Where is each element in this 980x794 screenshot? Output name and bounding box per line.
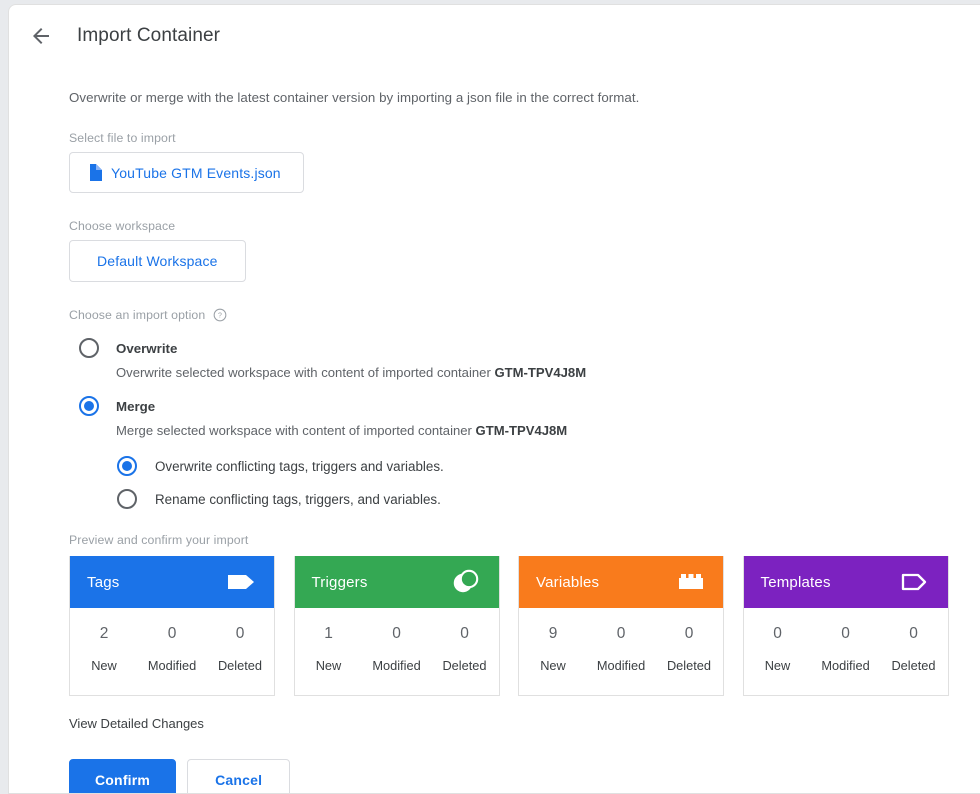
preview-label: Preview and confirm your import [69, 533, 249, 547]
preview-card-templates: Templates 0 New 0 Modified 0 Deleted [742, 556, 949, 696]
merge-sub-options: Overwrite conflicting tags, triggers and… [117, 456, 980, 509]
preview-cards: Tags 2 New 0 Modified 0 Deleted Triggers… [69, 556, 980, 696]
stat-deleted-value-variables: 0 [684, 625, 694, 642]
help-circle-icon[interactable]: ? [213, 308, 227, 322]
stat-modified-label-templates: Modified [821, 658, 870, 673]
selected-file-button[interactable]: YouTube GTM Events.json [69, 152, 304, 193]
document-icon [88, 164, 102, 181]
radio-option-overwrite-conflicting[interactable]: Overwrite conflicting tags, triggers and… [117, 456, 980, 476]
stat-modified-label-tags: Modified [147, 658, 197, 673]
radio-overwrite-description: Overwrite selected workspace with conten… [116, 365, 980, 380]
stat-modified-label-triggers: Modified [372, 658, 421, 673]
stat-new-label-triggers: New [315, 658, 342, 673]
radio-overwrite-conflicting-control[interactable] [117, 456, 137, 476]
import-container-page: Import Container Overwrite or merge with… [8, 4, 980, 794]
stat-deleted-label-tags: Deleted [217, 658, 263, 673]
selected-file-name: YouTube GTM Events.json [111, 164, 281, 181]
workspace-button[interactable]: Default Workspace [69, 240, 246, 282]
stat-deleted-label-variables: Deleted [666, 658, 712, 673]
card-title-tags: Tags [87, 573, 120, 591]
stat-modified-value-templates: 0 [841, 625, 850, 642]
stat-deleted-variables: 0 Deleted [655, 625, 723, 673]
radio-option-rename-conflicting[interactable]: Rename conflicting tags, triggers, and v… [117, 489, 980, 509]
card-title-templates: Templates [760, 573, 831, 591]
choose-workspace-label: Choose workspace [69, 219, 176, 233]
overwrite-container-id: GTM-TPV4J8M [494, 365, 587, 380]
stat-modified-tags: 0 Modified [138, 625, 206, 673]
stat-modified-value-variables: 0 [616, 625, 626, 642]
card-header-variables: Variables [519, 556, 723, 608]
merge-desc-text: Merge selected workspace with content of… [116, 423, 476, 438]
stat-deleted-value-templates: 0 [909, 625, 918, 642]
card-title-triggers: Triggers [311, 573, 368, 591]
view-detailed-changes-link[interactable]: View Detailed Changes [69, 716, 204, 731]
stat-modified-triggers: 0 Modified [363, 625, 431, 673]
page-content: Overwrite or merge with the latest conta… [9, 90, 980, 793]
stat-new-templates: 0 New [744, 625, 812, 673]
radio-merge-label: Merge [116, 398, 156, 414]
radio-overwrite-label: Overwrite [116, 340, 178, 356]
stat-deleted-triggers: 0 Deleted [431, 625, 499, 673]
radio-merge-description: Merge selected workspace with content of… [116, 423, 980, 438]
stat-modified-value-tags: 0 [167, 625, 177, 642]
preview-card-tags: Tags 2 New 0 Modified 0 Deleted [69, 556, 275, 696]
select-file-label: Select file to import [69, 131, 176, 145]
svg-text:?: ? [218, 313, 222, 320]
confirm-button[interactable]: Confirm [69, 759, 177, 793]
stat-modified-templates: 0 Modified [812, 625, 880, 673]
radio-option-overwrite[interactable]: Overwrite [69, 338, 980, 358]
radio-rename-conflicting-label: Rename conflicting tags, triggers, and v… [155, 491, 441, 507]
stat-modified-variables: 0 Modified [587, 625, 655, 673]
stat-deleted-label-templates: Deleted [891, 658, 936, 673]
page-header: Import Container [9, 5, 980, 67]
stat-deleted-value-tags: 0 [235, 625, 245, 642]
radio-option-merge[interactable]: Merge [69, 396, 980, 416]
radio-rename-conflicting-control[interactable] [117, 489, 137, 509]
card-header-triggers: Triggers [294, 556, 499, 608]
stat-new-triggers: 1 New [295, 625, 363, 673]
card-body-templates: 0 New 0 Modified 0 Deleted [744, 608, 948, 695]
brick-icon [677, 571, 705, 593]
trigger-circles-icon [451, 567, 481, 597]
stat-new-value-triggers: 1 [324, 625, 333, 642]
stat-new-value-tags: 2 [99, 625, 109, 642]
stat-deleted-label-triggers: Deleted [442, 658, 487, 673]
intro-text: Overwrite or merge with the latest conta… [69, 90, 640, 105]
stat-new-label-tags: New [91, 658, 117, 673]
card-body-triggers: 1 New 0 Modified 0 Deleted [295, 608, 499, 695]
tag-filled-icon [226, 571, 256, 593]
card-header-tags: Tags [70, 556, 274, 608]
radio-merge-control[interactable] [79, 396, 99, 416]
stat-deleted-value-triggers: 0 [460, 625, 469, 642]
import-option-label: Choose an import option [69, 308, 206, 322]
cancel-button[interactable]: Cancel [187, 759, 291, 793]
overwrite-desc-text: Overwrite selected workspace with conten… [116, 365, 495, 380]
radio-overwrite-conflicting-label: Overwrite conflicting tags, triggers and… [155, 458, 444, 474]
stat-new-variables: 9 New [519, 625, 587, 673]
stat-new-value-variables: 9 [548, 625, 558, 642]
import-option-label-row: Choose an import option ? [69, 308, 980, 322]
stat-new-label-templates: New [764, 658, 791, 673]
merge-container-id: GTM-TPV4J8M [475, 423, 568, 438]
stat-modified-value-triggers: 0 [392, 625, 401, 642]
tag-outline-icon [900, 570, 930, 594]
stat-deleted-tags: 0 Deleted [206, 625, 274, 673]
stat-modified-label-variables: Modified [596, 658, 646, 673]
card-body-variables: 9 New 0 Modified 0 Deleted [519, 608, 723, 695]
stat-new-value-templates: 0 [773, 625, 782, 642]
action-buttons: Confirm Cancel [69, 759, 980, 793]
page-title: Import Container [77, 25, 221, 46]
preview-card-variables: Variables 9 New 0 Modified 0 Deleted [518, 556, 724, 696]
card-header-templates: Templates [743, 556, 948, 608]
arrow-left-icon[interactable] [28, 23, 54, 49]
workspace-name: Default Workspace [97, 253, 218, 269]
card-title-variables: Variables [536, 573, 600, 591]
stat-new-label-variables: New [540, 658, 566, 673]
stat-deleted-templates: 0 Deleted [880, 625, 948, 673]
stat-new-tags: 2 New [70, 625, 138, 673]
preview-card-triggers: Triggers 1 New 0 Modified 0 Deleted [293, 556, 500, 696]
radio-overwrite-control[interactable] [79, 338, 99, 358]
card-body-tags: 2 New 0 Modified 0 Deleted [70, 608, 274, 695]
